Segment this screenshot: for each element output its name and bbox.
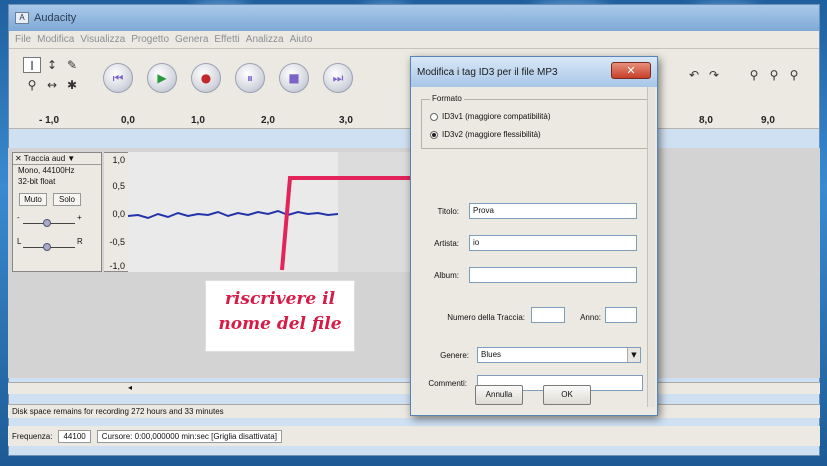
radio-id3v1[interactable]: ID3v1 (maggiore compatibilità) [430, 112, 551, 121]
zoom-in-icon[interactable]: ⚲ [745, 67, 763, 83]
radio-label: ID3v1 (maggiore compatibilità) [442, 112, 551, 121]
draw-tool-icon[interactable]: ✎ [63, 57, 81, 73]
track-info-rate: Mono, 44100Hz [18, 166, 75, 175]
genre-label: Genere: [440, 351, 469, 360]
scale-label: 0,0 [112, 209, 125, 219]
ruler-tick: 3,0 [339, 115, 353, 126]
pause-button[interactable]: ⏸ [235, 63, 265, 93]
menu-analizza[interactable]: Analizza [246, 34, 284, 45]
annotation-line: riscrivere il [224, 289, 336, 309]
year-label: Anno: [580, 313, 601, 322]
audacity-logo-icon: A [15, 12, 29, 24]
menu-visualizza[interactable]: Visualizza [80, 34, 125, 45]
track-number-input[interactable] [531, 307, 565, 323]
artist-input[interactable]: io [469, 235, 637, 251]
ruler-tick: 8,0 [699, 115, 713, 126]
undo-icon[interactable]: ↶ [685, 67, 703, 83]
year-input[interactable] [605, 307, 637, 323]
scale-label: 1,0 [112, 155, 125, 165]
dialog-scrollbar[interactable] [647, 87, 655, 407]
pan-slider[interactable] [43, 243, 51, 251]
mute-button[interactable]: Muto [19, 193, 47, 206]
pan-left-icon: L [17, 237, 22, 246]
ruler-tick: 0,0 [121, 115, 135, 126]
stop-button[interactable]: ■ [279, 63, 309, 93]
dialog-title: Modifica i tag ID3 per il file MP3 [417, 66, 558, 78]
redo-icon[interactable]: ↷ [705, 67, 723, 83]
menu-modifica[interactable]: Modifica [37, 34, 74, 45]
solo-button[interactable]: Solo [53, 193, 81, 206]
scroll-left-icon[interactable]: ◂ [128, 383, 132, 392]
genre-value: Blues [481, 350, 502, 359]
empty-track-region[interactable] [338, 152, 418, 272]
waveform-view[interactable] [127, 152, 339, 272]
scale-label: 0,5 [112, 181, 125, 191]
envelope-tool-icon[interactable]: ↕ [43, 57, 61, 73]
app-title: Audacity [34, 12, 77, 24]
zoom-tool-icon[interactable]: ⚲ [23, 77, 41, 93]
menu-genera[interactable]: Genera [175, 34, 208, 45]
rewind-button[interactable]: ⏮ [103, 63, 133, 93]
menubar: File Modifica Visualizza Progetto Genera… [9, 31, 819, 49]
annotation-line: nome del file [218, 314, 342, 334]
track-control-panel: ✕ Traccia aud ▼ Mono, 44100Hz 32-bit flo… [12, 152, 102, 272]
comments-label: Commenti: [428, 379, 467, 388]
close-button[interactable]: ✕ [611, 62, 651, 79]
format-legend: Formato [430, 94, 464, 103]
forward-button[interactable]: ⏭ [323, 63, 353, 93]
selection-tool-icon[interactable]: I [23, 57, 41, 73]
track-info-format: 32-bit float [18, 177, 56, 186]
radio-label: ID3v2 (maggiore flessibilità) [442, 130, 541, 139]
menu-aiuto[interactable]: Aiuto [290, 34, 313, 45]
pan-right-icon: R [77, 237, 83, 246]
title-input[interactable]: Prova [469, 203, 637, 219]
gain-plus-icon: + [77, 213, 82, 222]
track-name-menu[interactable]: ✕ Traccia aud ▼ [13, 153, 101, 165]
track-number-label: Numero della Traccia: [447, 313, 525, 322]
timeshift-tool-icon[interactable]: ↔ [43, 77, 61, 93]
annotation-box: riscrivere il nome del file [205, 280, 355, 352]
gain-minus-icon: - [17, 213, 20, 222]
track-name: Traccia aud [23, 154, 66, 163]
radio-id3v2[interactable]: ID3v2 (maggiore flessibilità) [430, 130, 541, 139]
scale-label: -0,5 [109, 237, 125, 247]
gain-slider[interactable] [43, 219, 51, 227]
album-label: Album: [434, 271, 459, 280]
ruler-tick: 9,0 [761, 115, 775, 126]
ruler-tick: - 1,0 [39, 115, 60, 126]
menu-progetto[interactable]: Progetto [131, 34, 169, 45]
cancel-button[interactable]: Annulla [475, 385, 523, 405]
zoom-out-icon[interactable]: ⚲ [765, 67, 783, 83]
dialog-titlebar[interactable]: Modifica i tag ID3 per il file MP3 ✕ [411, 57, 657, 87]
cursor-status: Cursore: 0:00,000000 min:sec [Griglia di… [96, 429, 282, 443]
title-label: Titolo: [437, 207, 460, 216]
play-button[interactable]: ▶ [147, 63, 177, 93]
chevron-down-icon: ▼ [67, 154, 76, 163]
format-group: Formato ID3v1 (maggiore compatibilità) I… [421, 94, 649, 149]
genre-select[interactable]: Blues ▼ [477, 347, 641, 363]
artist-label: Artista: [434, 239, 459, 248]
id3-tag-dialog: Modifica i tag ID3 per il file MP3 ✕ For… [410, 56, 658, 416]
multi-tool-icon[interactable]: ✱ [63, 77, 81, 93]
fit-icon[interactable]: ⚲ [785, 67, 803, 83]
menu-effetti[interactable]: Effetti [214, 34, 239, 45]
ruler-tick: 1,0 [191, 115, 205, 126]
ruler-tick: 2,0 [261, 115, 275, 126]
frequency-label: Frequenza: [12, 431, 53, 441]
amplitude-scale: 1,0 0,5 0,0 -0,5 -1,0 [104, 152, 128, 272]
close-track-icon[interactable]: ✕ [15, 154, 22, 163]
app-titlebar[interactable]: A Audacity [9, 5, 819, 31]
ok-button[interactable]: OK [543, 385, 591, 405]
dialog-body: Formato ID3v1 (maggiore compatibilità) I… [411, 87, 657, 415]
menu-file[interactable]: File [15, 34, 31, 45]
status-bar: Frequenza: 44100 Cursore: 0:00,000000 mi… [8, 426, 820, 446]
waveform [127, 209, 339, 220]
radio-selected-icon [430, 130, 438, 139]
record-button[interactable]: ● [191, 63, 221, 93]
chevron-down-icon[interactable]: ▼ [627, 348, 640, 362]
scale-label: -1,0 [109, 261, 125, 271]
frequency-value[interactable]: 44100 [58, 429, 91, 443]
album-input[interactable] [469, 267, 637, 283]
radio-icon [430, 112, 438, 121]
